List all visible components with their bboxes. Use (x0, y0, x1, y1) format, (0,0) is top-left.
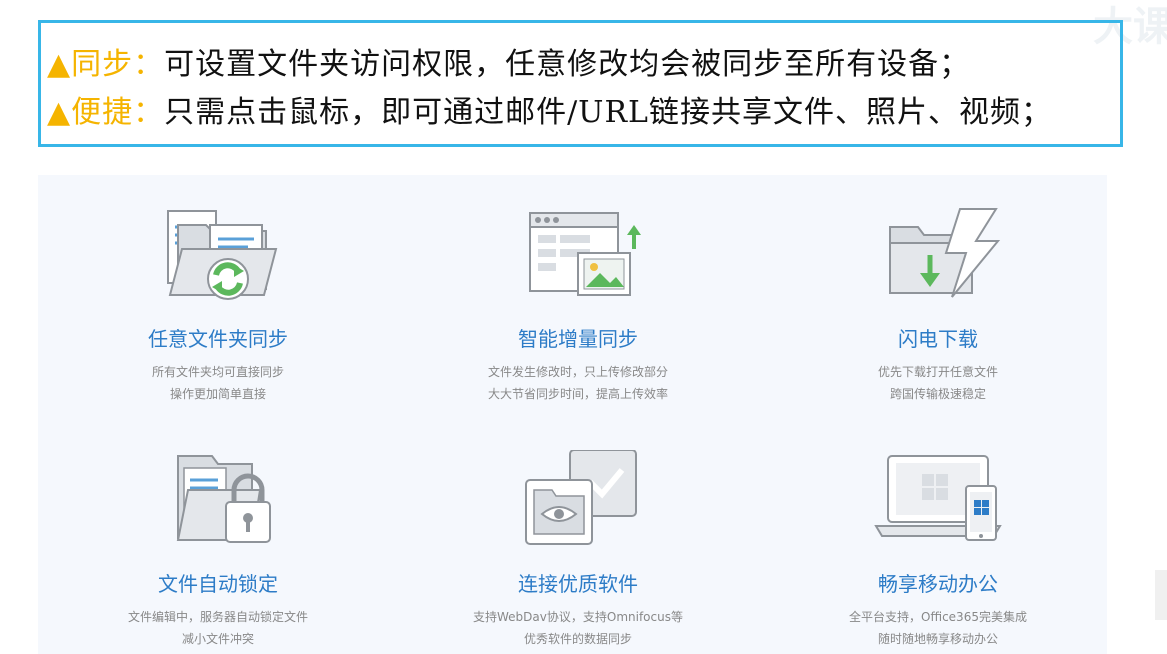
feature-desc-line: 优先下载打开任意文件 (877, 365, 998, 379)
feature-desc-line: 随时随地畅享移动办公 (877, 632, 998, 646)
feature-description: 文件发生修改时，只上传修改部分 大大节省同步时间，提高上传效率 (428, 361, 728, 405)
feature-title: 智能增量同步 (518, 327, 638, 351)
feature-description: 所有文件夹均可直接同步 操作更加简单直接 (68, 361, 368, 405)
feature-title: 连接优质软件 (518, 572, 638, 596)
feature-desc-line: 减小文件冲突 (181, 632, 254, 646)
header-text-sync: 可设置文件夹访问权限，任意修改均会被同步至所有设备； (164, 47, 971, 82)
lightning-download-icon (889, 208, 1001, 298)
feature-incremental-sync: 智能增量同步 文件发生修改时，只上传修改部分 大大节省同步时间，提高上传效率 (428, 205, 728, 405)
file-lock-icon (176, 455, 271, 543)
feature-desc-line: 支持WebDav协议，支持Omnifocus等 (473, 610, 683, 624)
connect-software-icon (525, 450, 637, 545)
header-line-sync: ▲同步：可设置文件夹访问权限，任意修改均会被同步至所有设备； (47, 41, 1120, 89)
feature-mobile-office: 畅享移动办公 全平台支持，Office365完美集成 随时随地畅享移动办公 (788, 450, 1088, 650)
header-label-convenience: ▲便捷： (47, 95, 165, 130)
header-line-convenience: ▲便捷：只需点击鼠标，即可通过邮件/URL链接共享文件、照片、视频； (47, 89, 1120, 137)
feature-description: 文件编辑中，服务器自动锁定文件 减小文件冲突 (68, 606, 368, 650)
feature-description: 优先下载打开任意文件 跨国传输极速稳定 (788, 361, 1088, 405)
header-box: ▲同步：可设置文件夹访问权限，任意修改均会被同步至所有设备； ▲便捷：只需点击鼠… (38, 20, 1123, 147)
feature-connect-software: 连接优质软件 支持WebDav协议，支持Omnifocus等 优秀软件的数据同步 (428, 450, 728, 650)
folder-sync-icon (167, 210, 278, 300)
feature-description: 全平台支持，Office365完美集成 随时随地畅享移动办公 (788, 606, 1088, 650)
feature-desc-line: 所有文件夹均可直接同步 (151, 365, 284, 379)
feature-description: 支持WebDav协议，支持Omnifocus等 优秀软件的数据同步 (428, 606, 728, 650)
features-panel: 任意文件夹同步 所有文件夹均可直接同步 操作更加简单直接 智能增量同步 文件发生… (38, 175, 1107, 654)
feature-title: 文件自动锁定 (158, 572, 278, 596)
feature-title: 闪电下载 (898, 327, 978, 351)
feature-desc-line: 全平台支持，Office365完美集成 (849, 610, 1027, 624)
feature-folder-sync: 任意文件夹同步 所有文件夹均可直接同步 操作更加简单直接 (68, 205, 368, 405)
feature-desc-line: 优秀软件的数据同步 (523, 632, 632, 646)
feature-title: 畅享移动办公 (878, 572, 998, 596)
feature-desc-line: 大大节省同步时间，提高上传效率 (487, 387, 668, 401)
feature-desc-line: 操作更加简单直接 (169, 387, 266, 401)
feature-file-lock: 文件自动锁定 文件编辑中，服务器自动锁定文件 减小文件冲突 (68, 450, 368, 650)
side-scroll-thumb[interactable] (1155, 570, 1167, 620)
incremental-sync-icon (529, 212, 641, 296)
mobile-office-icon (874, 455, 1002, 541)
feature-desc-line: 跨国传输极速稳定 (889, 387, 986, 401)
feature-desc-line: 文件发生修改时，只上传修改部分 (487, 365, 668, 379)
header-text-convenience: 只需点击鼠标，即可通过邮件/URL链接共享文件、照片、视频； (164, 95, 1052, 130)
feature-lightning-download: 闪电下载 优先下载打开任意文件 跨国传输极速稳定 (788, 205, 1088, 405)
slide: 大课 ▲同步：可设置文件夹访问权限，任意修改均会被同步至所有设备； ▲便捷：只需… (0, 0, 1167, 654)
feature-desc-line: 文件编辑中，服务器自动锁定文件 (127, 610, 308, 624)
header-label-sync: ▲同步： (47, 47, 165, 82)
feature-title: 任意文件夹同步 (148, 327, 288, 351)
